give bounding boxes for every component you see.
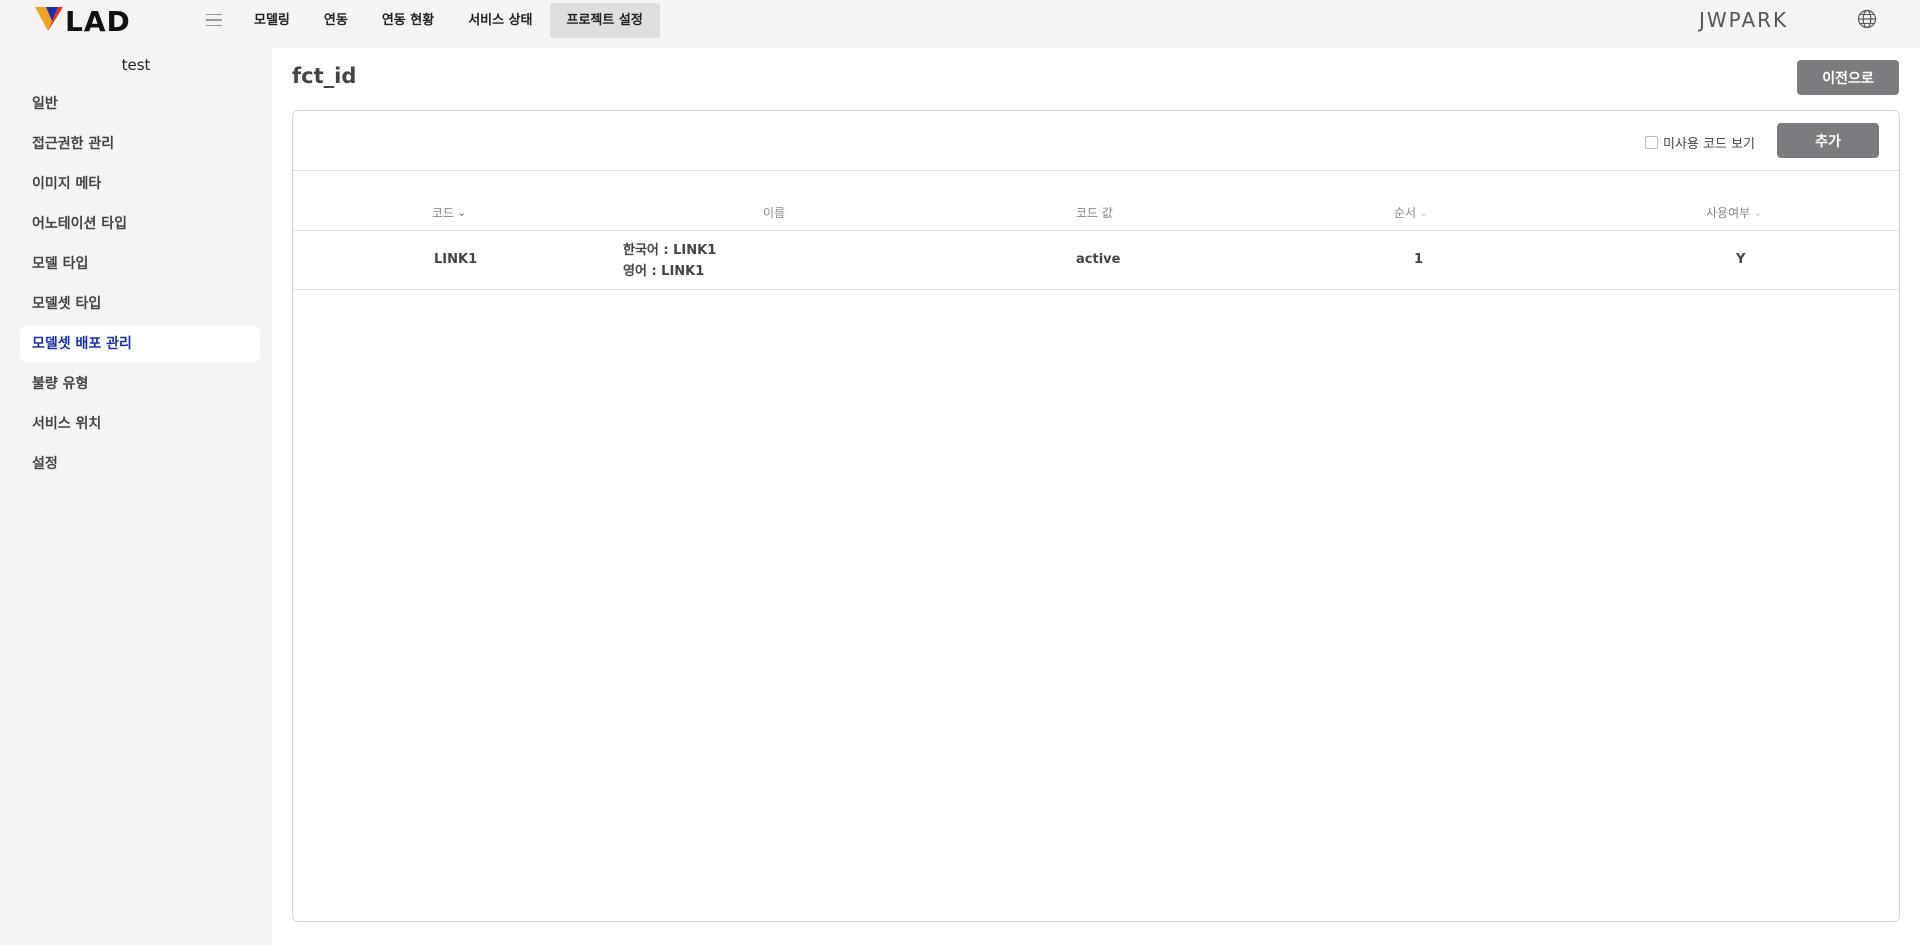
cell-value: active — [1076, 252, 1121, 267]
nav-modeling[interactable]: 모델링 — [237, 3, 307, 38]
cell-code: LINK1 — [434, 252, 478, 267]
back-button[interactable]: 이전으로 — [1797, 60, 1899, 95]
col-use[interactable]: 사용여부 ⌄ — [1706, 201, 1762, 231]
sidebar-item-service-location[interactable]: 서비스 위치 — [20, 406, 260, 442]
sidebar-item-image-meta[interactable]: 이미지 메타 — [20, 166, 260, 202]
col-value: 코드 값 — [1076, 201, 1113, 231]
main-content: fct_id 이전으로 미사용 코드 보기 추가 코드 ⌄ 이름 코드 값 순서… — [272, 48, 1920, 945]
page-title: fct_id — [292, 64, 357, 88]
top-bar: LAD 모델링 연동 연동 현황 서비스 상태 프로젝트 설정 JWPARK — [0, 0, 1920, 44]
col-name-label: 이름 — [763, 206, 786, 220]
sidebar-item-settings[interactable]: 설정 — [20, 446, 260, 482]
cell-order: 1 — [1414, 252, 1424, 267]
table-header: 코드 ⌄ 이름 코드 값 순서 ⌄ 사용여부 ⌄ — [293, 201, 1899, 231]
sidebar-menu: 일반 접근권한 관리 이미지 메타 어노테이션 타입 모델 타입 모델셋 타입 … — [20, 86, 260, 486]
col-order-label: 순서 — [1394, 206, 1417, 220]
cell-name-en: 영어 : LINK1 — [623, 264, 705, 279]
chevron-down-icon: ⌄ — [1753, 206, 1763, 219]
sidebar-item-general[interactable]: 일반 — [20, 86, 260, 122]
code-panel: 미사용 코드 보기 추가 코드 ⌄ 이름 코드 값 순서 ⌄ 사용여부 ⌄ LI… — [292, 110, 1900, 922]
col-code-label: 코드 — [432, 206, 455, 220]
cell-use: Y — [1736, 252, 1746, 267]
show-unused-label: 미사용 코드 보기 — [1663, 137, 1755, 152]
nav-project-settings[interactable]: 프로젝트 설정 — [549, 3, 660, 38]
panel-toolbar: 미사용 코드 보기 추가 — [293, 111, 1899, 171]
col-value-label: 코드 값 — [1076, 206, 1113, 220]
sidebar-item-model-type[interactable]: 모델 타입 — [20, 246, 260, 282]
show-unused-toggle[interactable]: 미사용 코드 보기 — [1645, 133, 1755, 152]
sidebar-item-defect-type[interactable]: 불량 유형 — [20, 366, 260, 402]
show-unused-checkbox[interactable] — [1645, 136, 1658, 149]
chevron-down-icon: ⌄ — [1419, 206, 1429, 219]
vlad-logo[interactable]: LAD — [35, 4, 165, 34]
table-row[interactable]: LINK1 한국어 : LINK1 영어 : LINK1 active 1 Y — [293, 232, 1899, 290]
col-order[interactable]: 순서 ⌄ — [1394, 201, 1428, 231]
sidebar-item-access[interactable]: 접근권한 관리 — [20, 126, 260, 162]
sidebar-item-modelset-type[interactable]: 모델셋 타입 — [20, 286, 260, 322]
sidebar: test 일반 접근권한 관리 이미지 메타 어노테이션 타입 모델 타입 모델… — [0, 44, 272, 945]
user-name[interactable]: JWPARK — [1699, 8, 1788, 32]
globe-icon[interactable] — [1857, 9, 1877, 29]
sidebar-item-annotation-type[interactable]: 어노테이션 타입 — [20, 206, 260, 242]
col-code[interactable]: 코드 ⌄ — [432, 201, 466, 231]
cell-name-ko: 한국어 : LINK1 — [623, 243, 717, 258]
top-nav: 모델링 연동 연동 현황 서비스 상태 프로젝트 설정 — [237, 3, 660, 38]
cell-name: 한국어 : LINK1 영어 : LINK1 — [623, 240, 716, 282]
nav-service-status[interactable]: 서비스 상태 — [451, 3, 549, 38]
svg-text:LAD: LAD — [65, 5, 131, 34]
project-name: test — [121, 56, 151, 74]
col-use-label: 사용여부 — [1706, 206, 1751, 220]
add-button[interactable]: 추가 — [1777, 123, 1879, 158]
col-name: 이름 — [763, 201, 785, 231]
menu-toggle-icon[interactable] — [206, 10, 228, 30]
nav-integration-status[interactable]: 연동 현황 — [365, 3, 451, 38]
nav-integration[interactable]: 연동 — [307, 3, 365, 38]
chevron-down-icon: ⌄ — [457, 206, 467, 219]
sidebar-item-modelset-deploy[interactable]: 모델셋 배포 관리 — [20, 326, 260, 362]
